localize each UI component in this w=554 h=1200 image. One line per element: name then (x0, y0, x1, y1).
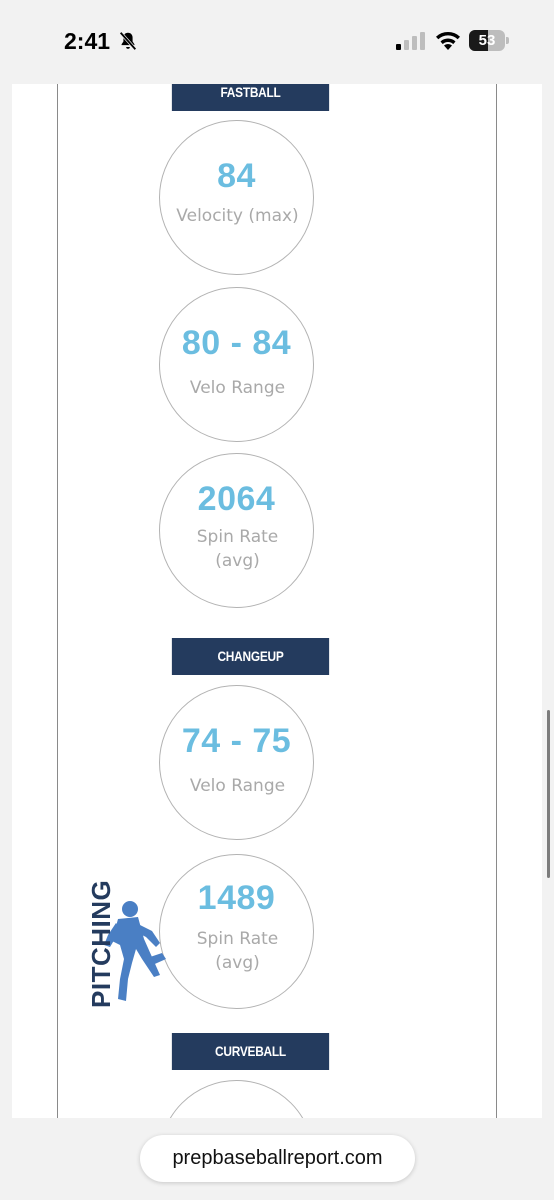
cellular-signal-icon (396, 32, 425, 50)
wifi-icon (436, 31, 460, 50)
fastball-velo-range-stat: 80 - 84 Velo Range (159, 287, 314, 442)
left-frame-line (57, 84, 58, 1118)
changeup-velo-range-stat: 74 - 75 Velo Range (159, 685, 314, 840)
fastball-header: FASTBALL (171, 84, 330, 111)
curveball-stat-partial (159, 1080, 314, 1118)
scrollbar-thumb[interactable] (547, 710, 550, 878)
stat-label: Spin Rate (avg) (196, 929, 279, 973)
stat-value: 80 - 84 (181, 324, 292, 362)
stat-value: 1489 (197, 879, 276, 917)
url-address-bar[interactable]: prepbaseballreport.com (140, 1135, 415, 1182)
stat-label: Velocity (max) (176, 206, 299, 226)
stat-label: Spin Rate (avg) (196, 527, 279, 571)
page-content[interactable]: FASTBALL 84 Velocity (max) 80 - 84 Velo … (12, 84, 542, 1118)
right-frame-line (496, 84, 497, 1118)
stat-value: 74 - 75 (181, 722, 292, 760)
changeup-spin-rate-stat: 1489 Spin Rate (avg) (159, 854, 314, 1009)
bell-slash-icon (119, 31, 137, 51)
fastball-velocity-max-stat: 84 Velocity (max) (159, 120, 314, 275)
curveball-header: CURVEBALL (171, 1033, 330, 1070)
stat-value: 2064 (197, 480, 276, 518)
stat-label: Velo Range (189, 378, 286, 398)
stat-label: Velo Range (189, 776, 286, 796)
fastball-spin-rate-stat: 2064 Spin Rate (avg) (159, 453, 314, 608)
status-time: 2:41 (64, 28, 111, 54)
battery-level: 53 (478, 32, 496, 49)
changeup-header: CHANGEUP (171, 638, 330, 675)
battery-icon: 53 (469, 30, 509, 51)
pitching-logo-text: PITCHING (86, 879, 116, 1008)
browser-bottom-bar: prepbaseballreport.com (0, 1118, 554, 1200)
status-bar: 2:41 53 (0, 0, 554, 84)
stat-value: 84 (217, 157, 256, 195)
